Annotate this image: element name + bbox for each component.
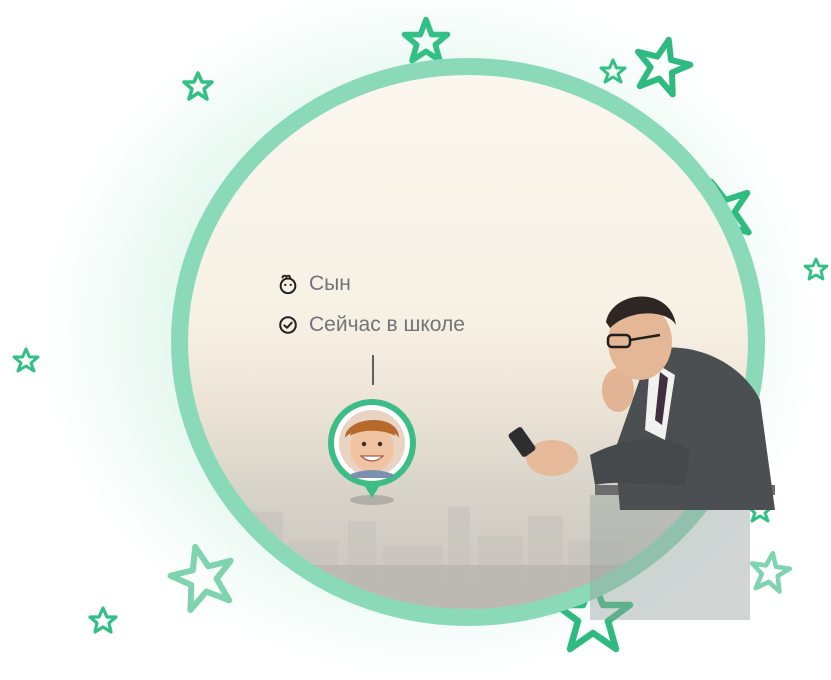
relation-row: Сын — [277, 272, 351, 296]
status-row: Сейчас в школе — [277, 313, 465, 337]
baby-face-icon — [279, 274, 297, 295]
star-icon — [634, 36, 694, 98]
star-icon — [182, 71, 214, 101]
star-icon — [12, 347, 40, 373]
relation-label: Сын — [309, 272, 351, 295]
check-circle-icon — [279, 316, 297, 334]
star-icon — [803, 257, 829, 281]
status-label: Сейчас в школе — [309, 313, 465, 336]
connector-line — [372, 355, 374, 385]
star-icon — [88, 606, 118, 634]
man-with-phone — [508, 296, 775, 620]
child-location-pin[interactable] — [323, 398, 421, 508]
